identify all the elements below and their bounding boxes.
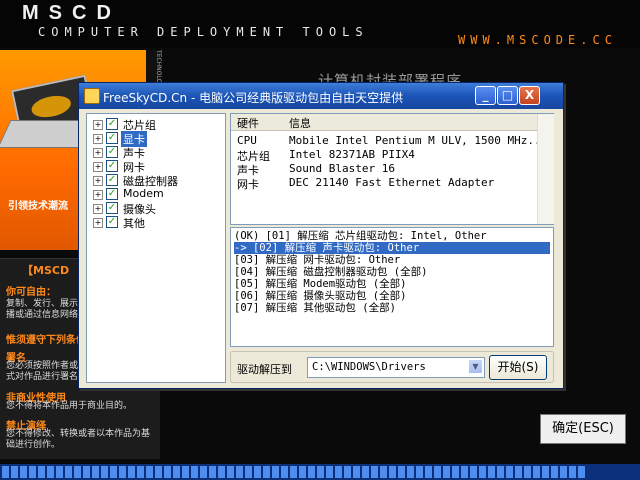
start-button[interactable]: 开始(S) (489, 355, 547, 380)
expand-icon[interactable]: + (93, 120, 103, 130)
table-cell: Sound Blaster 16 (289, 162, 395, 175)
extract-log-list: (OK) [01] 解压缩 芯片组驱动包: Intel, Other -> [0… (230, 227, 554, 347)
window-title: FreeSkyCD.Cn - 电脑公司经典版驱动包由自由天空提供 (103, 91, 404, 105)
list-item[interactable]: [06] 解压缩 摄像头驱动包 (全部) (234, 290, 550, 302)
license-heading: 你可自由： (6, 287, 56, 298)
column-header-info[interactable]: 信息 (289, 115, 311, 131)
checkbox[interactable]: ✓ (106, 118, 118, 130)
expand-icon[interactable]: + (93, 148, 103, 158)
list-item[interactable]: [05] 解压缩 Modem驱动包 (全部) (234, 278, 550, 290)
close-button[interactable]: X (519, 86, 540, 105)
list-item[interactable]: -> [02] 解压缩 声卡驱动包: Other (234, 242, 550, 254)
minimize-button[interactable]: _ (475, 86, 496, 105)
expand-icon[interactable]: + (93, 190, 103, 200)
expand-icon[interactable]: + (93, 218, 103, 228)
list-item[interactable]: [07] 解压缩 其他驱动包 (全部) (234, 302, 550, 314)
driver-dialog: FreeSkyCD.Cn - 电脑公司经典版驱动包由自由天空提供 _ □ X +… (78, 82, 564, 389)
checkbox[interactable]: ✓ (106, 216, 118, 228)
license-text: 您不得修改、转换或者以本作品为基础进行创作。 (6, 429, 151, 450)
extract-path-combobox[interactable]: C:\WINDOWS\Drivers ▼ (307, 357, 485, 378)
dropdown-arrow-icon[interactable]: ▼ (468, 359, 483, 374)
extract-group: 驱动解压到 C:\WINDOWS\Drivers ▼ 开始(S) (230, 351, 554, 383)
website-link[interactable]: WWW.MSCODE.CC (458, 33, 617, 47)
vertical-scrollbar[interactable] (537, 114, 554, 224)
expand-icon[interactable]: + (93, 162, 103, 172)
hardware-table: 硬件 信息 CPU Mobile Intel Pentium M ULV, 15… (230, 113, 554, 225)
checkbox[interactable]: ✓ (106, 146, 118, 158)
table-cell: Intel 82371AB PIIX4 (289, 148, 415, 161)
banner-slogan: 引领技术潮流 (8, 201, 68, 212)
table-cell: Mobile Intel Pentium M ULV, 1500 MHz... (289, 134, 548, 147)
table-cell: CPU (237, 134, 257, 147)
checkbox[interactable]: ✓ (106, 132, 118, 144)
table-header: 硬件 信息 (231, 114, 537, 131)
progress-fill (2, 466, 587, 478)
license-title: 【MSCD (22, 264, 70, 277)
confirm-button[interactable]: 确定(ESC) (540, 414, 626, 444)
license-text: 您不得将本作品用于商业目的。 (6, 401, 133, 411)
app-icon (84, 88, 100, 104)
expand-icon[interactable]: + (93, 134, 103, 144)
extract-path-value: C:\WINDOWS\Drivers (312, 361, 426, 373)
tree-item-label: 其他 (123, 217, 145, 230)
checkbox[interactable]: ✓ (106, 160, 118, 172)
column-header-hardware[interactable]: 硬件 (237, 115, 259, 131)
title-bar[interactable]: FreeSkyCD.Cn - 电脑公司经典版驱动包由自由天空提供 _ □ X (79, 83, 563, 109)
checkbox[interactable]: ✓ (106, 188, 118, 200)
list-item[interactable]: [03] 解压缩 网卡驱动包: Other (234, 254, 550, 266)
list-item[interactable]: (OK) [01] 解压缩 芯片组驱动包: Intel, Other (234, 230, 550, 242)
extract-label: 驱动解压到 (237, 363, 292, 376)
tree-item-label: Modem (123, 187, 164, 200)
maximize-button[interactable]: □ (497, 86, 518, 105)
table-cell: DEC 21140 Fast Ethernet Adapter (289, 176, 495, 189)
table-cell: 网卡 (237, 178, 259, 191)
progress-bar (0, 464, 640, 480)
expand-icon[interactable]: + (93, 176, 103, 186)
driver-tree: + ✓ 芯片组 + ✓ 显卡 + ✓ 声卡 + ✓ 网卡 + ✓ 磁盘控制器 +… (86, 113, 226, 383)
checkbox[interactable]: ✓ (106, 202, 118, 214)
list-item[interactable]: [04] 解压缩 磁盘控制器驱动包 (全部) (234, 266, 550, 278)
tagline: COMPUTER DEPLOYMENT TOOLS (38, 25, 369, 39)
logo: MSCD (22, 2, 121, 24)
expand-icon[interactable]: + (93, 204, 103, 214)
checkbox[interactable]: ✓ (106, 174, 118, 186)
